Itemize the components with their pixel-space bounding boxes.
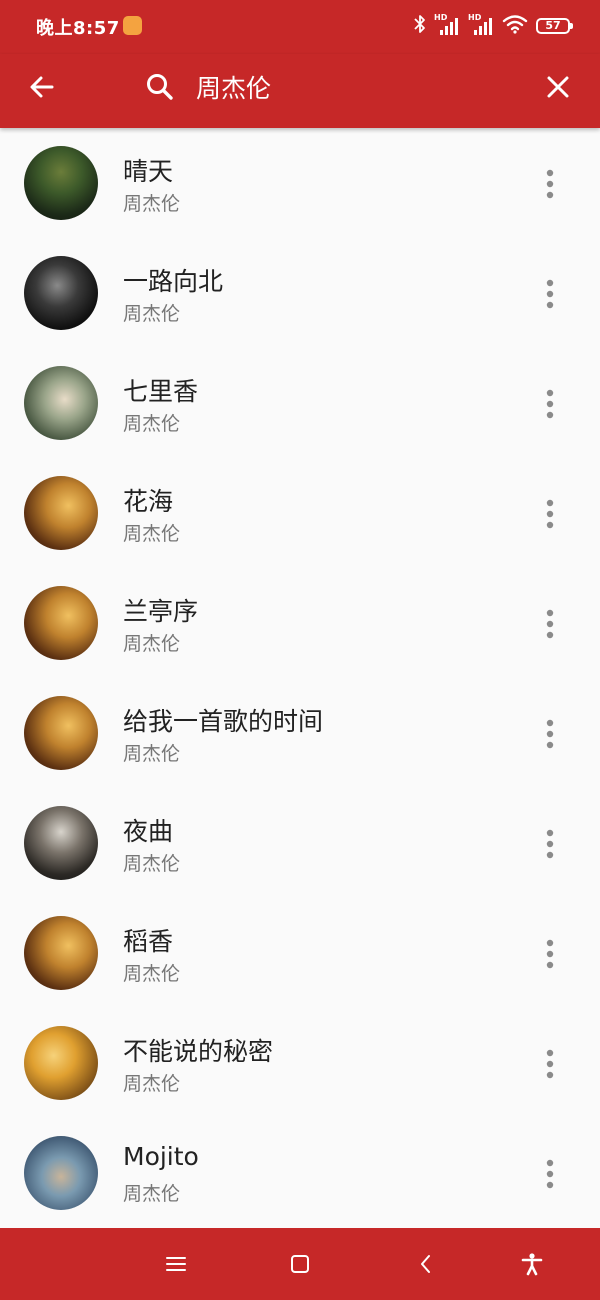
album-cover <box>24 146 98 220</box>
song-list: 晴天 周杰伦 一路向北 周杰伦 七里香 周杰伦 花海 周杰伦 兰亭序 周杰伦 给… <box>0 128 600 1228</box>
song-artist: 周杰伦 <box>123 303 181 325</box>
song-artist: 周杰伦 <box>123 1073 181 1095</box>
song-artist: 周杰伦 <box>123 743 181 765</box>
back-chevron-icon <box>421 1255 430 1273</box>
album-cover <box>24 696 98 770</box>
more-options-button[interactable] <box>532 164 568 204</box>
song-item[interactable]: 不能说的秘密 周杰伦 <box>0 1008 600 1118</box>
signal-hd-icon: HD <box>434 13 460 37</box>
song-title: 花海 <box>123 487 174 516</box>
signal-hd-icon: HD <box>468 13 494 37</box>
album-cover <box>24 256 98 330</box>
more-options-button[interactable] <box>532 714 568 754</box>
more-vert-icon <box>546 279 554 309</box>
song-item[interactable]: 晴天 周杰伦 <box>0 128 600 238</box>
menu-icon <box>166 1257 186 1271</box>
song-artist: 周杰伦 <box>123 413 181 435</box>
album-cover <box>24 1026 98 1100</box>
system-nav-bar <box>0 1228 600 1300</box>
album-cover <box>24 916 98 990</box>
more-options-button[interactable] <box>532 274 568 314</box>
more-vert-icon <box>546 389 554 419</box>
album-cover <box>24 366 98 440</box>
more-options-button[interactable] <box>532 934 568 974</box>
back-arrow-icon <box>30 76 54 98</box>
song-artist: 周杰伦 <box>123 1183 181 1205</box>
more-vert-icon <box>546 1049 554 1079</box>
album-cover <box>24 1136 98 1210</box>
song-item[interactable]: Mojito 周杰伦 <box>0 1118 600 1228</box>
song-item[interactable]: 七里香 周杰伦 <box>0 348 600 458</box>
more-vert-icon <box>546 169 554 199</box>
song-item[interactable]: 兰亭序 周杰伦 <box>0 568 600 678</box>
status-icons: HD HD 57 <box>414 12 573 40</box>
song-item[interactable]: 花海 周杰伦 <box>0 458 600 568</box>
more-vert-icon <box>546 829 554 859</box>
accessibility-icon <box>521 1253 543 1276</box>
app-notification-icon <box>123 16 142 35</box>
more-vert-icon <box>546 719 554 749</box>
song-title: 稻香 <box>123 927 174 956</box>
song-artist: 周杰伦 <box>123 523 181 545</box>
more-vert-icon <box>546 939 554 969</box>
song-item[interactable]: 给我一首歌的时间 周杰伦 <box>0 678 600 788</box>
battery-icon: 57 <box>536 18 573 34</box>
back-button[interactable] <box>22 67 62 107</box>
more-options-button[interactable] <box>532 494 568 534</box>
more-vert-icon <box>546 1159 554 1189</box>
clear-search-button[interactable] <box>538 67 578 107</box>
search-app-bar <box>0 54 600 128</box>
accessibility-button[interactable] <box>512 1244 552 1284</box>
nav-back-button[interactable] <box>406 1244 446 1284</box>
album-cover <box>24 586 98 660</box>
more-options-button[interactable] <box>532 604 568 644</box>
song-title: Mojito <box>123 1142 199 1171</box>
song-title: 七里香 <box>123 377 199 406</box>
song-artist: 周杰伦 <box>123 963 181 985</box>
song-title: 一路向北 <box>123 267 224 296</box>
album-cover <box>24 806 98 880</box>
song-title: 不能说的秘密 <box>123 1037 274 1066</box>
status-time: 晚上8:57 <box>36 18 120 39</box>
more-options-button[interactable] <box>532 1154 568 1194</box>
song-item[interactable]: 一路向北 周杰伦 <box>0 238 600 348</box>
song-title: 晴天 <box>123 157 174 186</box>
more-options-button[interactable] <box>532 1044 568 1084</box>
song-title: 兰亭序 <box>123 597 199 626</box>
search-icon <box>140 67 180 107</box>
home-button[interactable] <box>280 1244 320 1284</box>
song-item[interactable]: 稻香 周杰伦 <box>0 898 600 1008</box>
bluetooth-icon <box>414 14 426 38</box>
more-options-button[interactable] <box>532 824 568 864</box>
more-vert-icon <box>546 499 554 529</box>
wifi-icon <box>502 14 528 38</box>
home-square-icon <box>291 1255 309 1273</box>
more-options-button[interactable] <box>532 384 568 424</box>
song-item[interactable]: 夜曲 周杰伦 <box>0 788 600 898</box>
more-vert-icon <box>546 609 554 639</box>
song-title: 给我一首歌的时间 <box>123 707 324 736</box>
song-title: 夜曲 <box>123 817 174 846</box>
status-bar: 晚上8:57 HD HD 57 <box>0 0 600 54</box>
song-artist: 周杰伦 <box>123 853 181 875</box>
song-artist: 周杰伦 <box>123 633 181 655</box>
close-icon <box>547 76 569 98</box>
song-artist: 周杰伦 <box>123 193 181 215</box>
menu-button[interactable] <box>156 1244 196 1284</box>
album-cover <box>24 476 98 550</box>
search-input[interactable] <box>196 68 516 106</box>
